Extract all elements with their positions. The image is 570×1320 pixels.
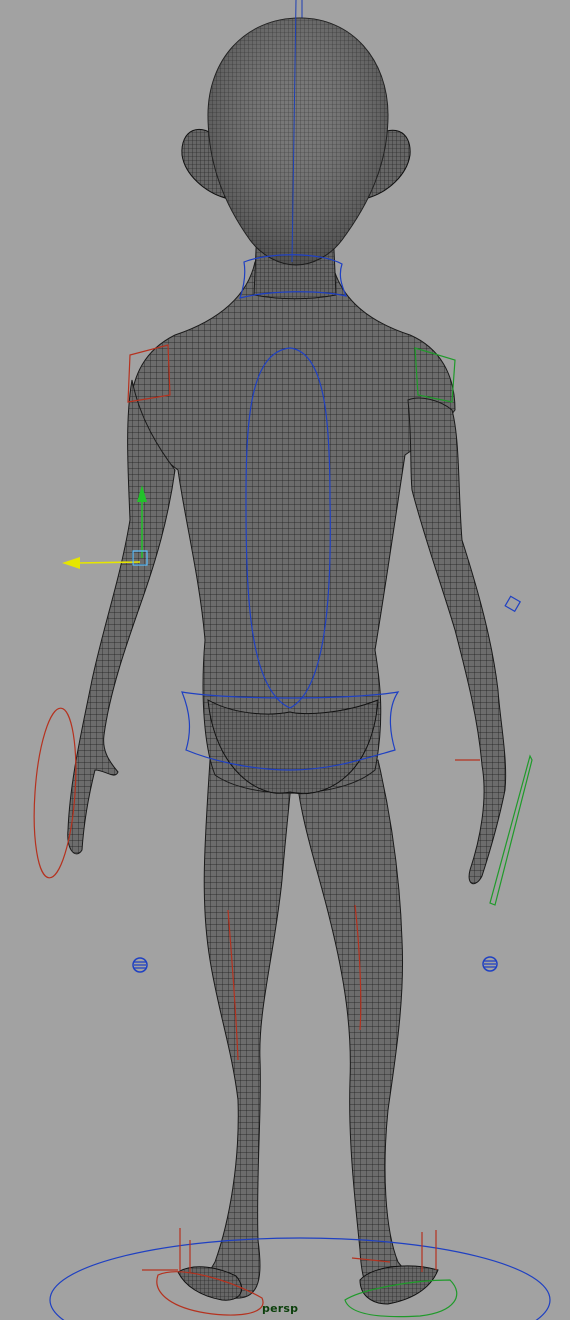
- camera-name-label: persp: [262, 1302, 299, 1315]
- left-pole-vector[interactable]: [132, 957, 148, 973]
- right-arm-mesh: [407, 397, 507, 885]
- right-leg-mesh: [295, 759, 412, 1303]
- scene-canvas[interactable]: [0, 0, 570, 1320]
- root-control[interactable]: [49, 1237, 551, 1320]
- head-shading: [208, 18, 388, 265]
- left-leg-mesh: [203, 759, 293, 1299]
- left-arm-mesh: [67, 379, 176, 855]
- character-mesh[interactable]: [67, 17, 507, 1305]
- perspective-viewport[interactable]: persp: [0, 0, 570, 1320]
- right-elbow-pole[interactable]: [504, 595, 522, 613]
- right-pole-vector[interactable]: [482, 956, 498, 972]
- right-foot-mesh: [359, 1265, 439, 1305]
